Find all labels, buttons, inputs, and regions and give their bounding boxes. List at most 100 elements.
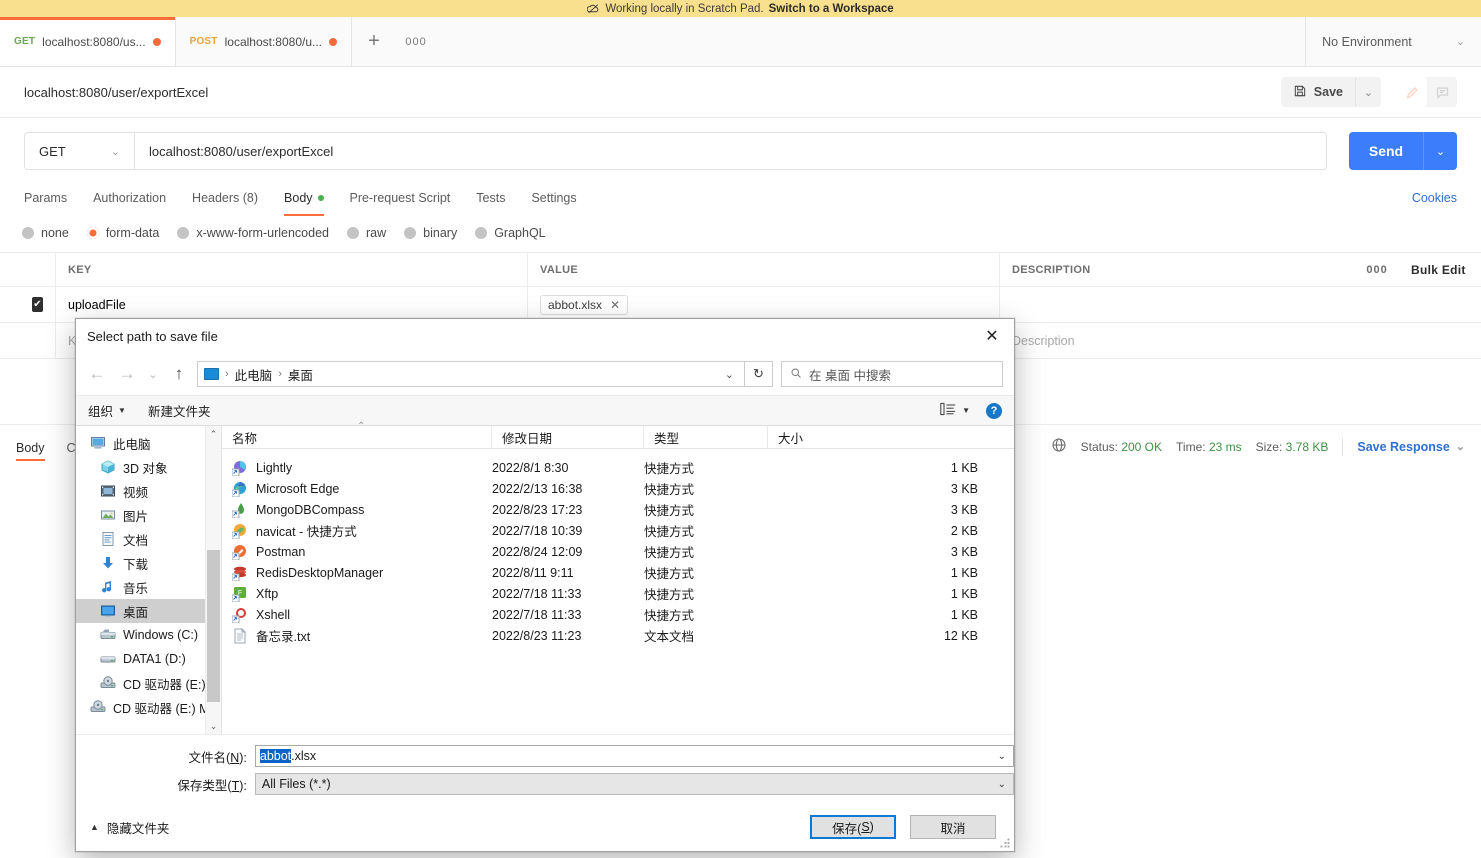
file-row[interactable]: 备忘录.txt 2022/8/23 11:23 文本文档 12 KB	[222, 625, 1014, 646]
scrollbar-thumb[interactable]	[207, 550, 220, 702]
file-row[interactable]: RedisDesktopManager 2022/8/11 9:11 快捷方式 …	[222, 562, 1014, 583]
request-tab-post[interactable]: POST localhost:8080/u...	[175, 17, 353, 66]
new-tab-button[interactable]: +	[352, 17, 396, 66]
dialog-toolbar: 组织 ▼ 新建文件夹 ▼ ?	[76, 395, 1014, 426]
close-icon[interactable]: ✕	[970, 319, 1014, 353]
send-options-button[interactable]: ⌄	[1423, 132, 1457, 170]
row-description-placeholder[interactable]: Description	[1000, 323, 1481, 359]
tree-item-label: 此电脑	[113, 437, 151, 452]
file-row[interactable]: Xshell 2022/7/18 11:33 快捷方式 1 KB	[222, 604, 1014, 625]
tree-item-music[interactable]: 音乐	[76, 575, 221, 599]
tree-item-cd-drive-e-m[interactable]: CD 驱动器 (E:) M	[76, 695, 221, 719]
new-folder-button[interactable]: 新建文件夹	[148, 401, 211, 420]
breadcrumb-part-desktop[interactable]: 桌面	[288, 365, 313, 384]
chevron-up-icon: ▲	[90, 822, 99, 832]
search-icon	[790, 367, 802, 382]
tab-params[interactable]: Params	[24, 180, 67, 216]
tree-item-desktop[interactable]: 桌面	[76, 599, 221, 623]
table-options-icon[interactable]: 000	[1355, 253, 1399, 287]
file-type: 文本文档	[644, 630, 695, 644]
tree-item-videos[interactable]: 视频	[76, 479, 221, 503]
file-chip: abbot.xlsx ✕	[540, 294, 629, 315]
scroll-down-icon[interactable]: ⌄	[206, 718, 221, 734]
navicat-icon	[231, 523, 248, 539]
method-selector[interactable]: GET ⌄	[24, 132, 134, 170]
url-input[interactable]: localhost:8080/user/exportExcel	[134, 132, 1327, 170]
back-arrow-icon[interactable]: ←	[82, 359, 112, 389]
tree-item-3d-objects[interactable]: 3D 对象	[76, 455, 221, 479]
environment-selector[interactable]: No Environment ⌄	[1305, 17, 1481, 66]
comment-icon[interactable]	[1427, 77, 1457, 107]
chevron-down-icon[interactable]: ⌄	[998, 751, 1011, 762]
row-description[interactable]	[1000, 287, 1481, 323]
navigation-pane-scrollbar[interactable]: ⌃ ⌄	[205, 426, 221, 734]
scroll-up-icon[interactable]: ⌃	[206, 426, 221, 442]
filename-input[interactable]: abbot .xlsx ⌄	[254, 745, 1014, 767]
divider	[1342, 437, 1344, 456]
tree-item-cd-drive-e-i[interactable]: CD 驱动器 (E:) I	[76, 671, 221, 695]
file-row[interactable]: F Xftp 2022/7/18 11:33 快捷方式 1 KB	[222, 583, 1014, 604]
switch-workspace-link[interactable]: Switch to a Workspace	[769, 3, 894, 15]
tree-item-pictures[interactable]: 图片	[76, 503, 221, 527]
remove-file-icon[interactable]: ✕	[610, 298, 620, 312]
file-row[interactable]: navicat - 快捷方式 2022/7/18 10:39 快捷方式 2 KB	[222, 520, 1014, 541]
tree-item-downloads[interactable]: 下载	[76, 551, 221, 575]
save-response-button[interactable]: Save Response ⌄	[1357, 440, 1465, 454]
body-type-form-data[interactable]: form-data	[86, 226, 159, 240]
cookies-link[interactable]: Cookies	[1412, 191, 1457, 205]
edit-pencil-icon[interactable]	[1397, 77, 1427, 107]
organize-button[interactable]: 组织 ▼	[88, 401, 126, 420]
refresh-icon[interactable]: ↻	[745, 361, 773, 387]
file-row[interactable]: Lightly 2022/8/1 8:30 快捷方式 1 KB	[222, 457, 1014, 478]
view-mode-button[interactable]: ▼	[940, 402, 970, 419]
request-tab-get[interactable]: GET localhost:8080/us...	[0, 17, 176, 66]
tab-options-icon[interactable]: 000	[396, 17, 436, 66]
recent-locations-icon[interactable]: ⌄	[142, 359, 164, 389]
tab-settings[interactable]: Settings	[531, 180, 576, 216]
file-row[interactable]: Postman 2022/8/24 12:09 快捷方式 3 KB	[222, 541, 1014, 562]
tree-item-documents[interactable]: 文档	[76, 527, 221, 551]
send-button[interactable]: Send	[1349, 132, 1423, 170]
tab-body[interactable]: Body	[284, 180, 324, 216]
column-header-date[interactable]: 修改日期	[492, 426, 644, 448]
bulk-edit-button[interactable]: Bulk Edit	[1399, 253, 1481, 287]
tree-item-windows-c[interactable]: Windows (C:)	[76, 623, 221, 647]
file-row[interactable]: MongoDBCompass 2022/8/23 17:23 快捷方式 3 KB	[222, 499, 1014, 520]
body-type-graphql[interactable]: GraphQL	[475, 226, 546, 240]
forward-arrow-icon[interactable]: →	[112, 359, 142, 389]
text-file-icon	[232, 627, 248, 644]
response-tab-body[interactable]: Body	[16, 425, 45, 469]
breadcrumb-part-this-pc[interactable]: 此电脑	[235, 365, 273, 384]
breadcrumb[interactable]: › 此电脑 › 桌面 ⌄	[197, 361, 745, 387]
tab-authorization[interactable]: Authorization	[93, 180, 166, 216]
resize-grip-icon[interactable]	[1000, 838, 1010, 848]
column-header-type[interactable]: 类型	[644, 426, 768, 448]
tree-item-this-pc[interactable]: 此电脑	[76, 431, 221, 455]
column-header-size[interactable]: 大小	[768, 426, 1014, 448]
search-input[interactable]: 在 桌面 中搜索	[781, 361, 1003, 387]
hide-folders-toggle[interactable]: ▲ 隐藏文件夹	[90, 818, 169, 837]
save-button[interactable]: 保存(S)	[810, 815, 896, 839]
radio-icon	[177, 227, 190, 239]
chevron-down-icon[interactable]: ⌄	[725, 368, 738, 381]
body-type-raw[interactable]: raw	[347, 226, 386, 240]
cancel-button[interactable]: 取消	[910, 815, 996, 839]
savetype-select[interactable]: All Files (*.*) ⌄	[254, 773, 1014, 795]
tree-item-data1-d[interactable]: DATA1 (D:)	[76, 647, 221, 671]
save-button[interactable]: Save	[1280, 77, 1355, 107]
body-type-none[interactable]: none	[22, 226, 69, 240]
column-header-name[interactable]: 名称	[222, 421, 492, 448]
chevron-down-icon[interactable]: ⌄	[998, 779, 1011, 790]
tab-pre-request-script[interactable]: Pre-request Script	[350, 180, 451, 216]
body-type-urlencoded[interactable]: x-www-form-urlencoded	[177, 226, 329, 240]
checkbox-checked-icon[interactable]: ✔	[32, 297, 43, 312]
up-arrow-icon[interactable]: ↑	[164, 359, 194, 389]
body-type-binary[interactable]: binary	[404, 226, 457, 240]
cloud-off-icon	[587, 2, 600, 15]
tab-headers[interactable]: Headers (8)	[192, 180, 258, 216]
file-row[interactable]: Microsoft Edge 2022/2/13 16:38 快捷方式 3 KB	[222, 478, 1014, 499]
tab-tests[interactable]: Tests	[476, 180, 505, 216]
help-icon[interactable]: ?	[986, 402, 1002, 419]
save-options-button[interactable]: ⌄	[1355, 77, 1381, 107]
music-icon	[100, 579, 116, 595]
